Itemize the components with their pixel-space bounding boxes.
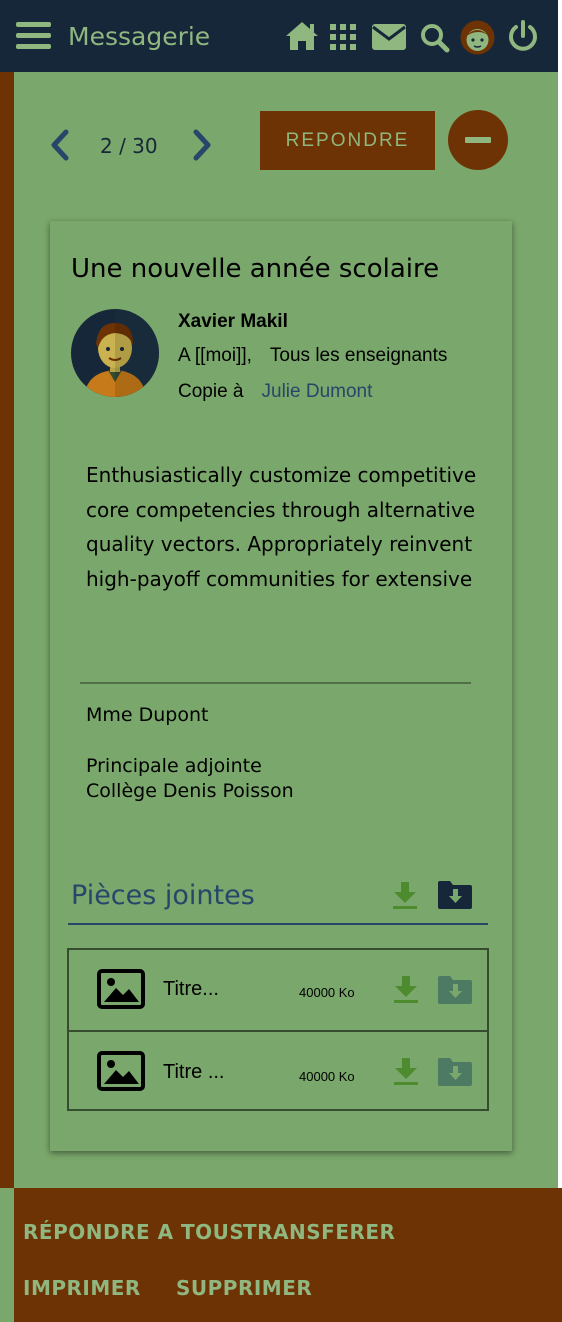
recipients-line: A [[moi]], Tous les enseignants bbox=[178, 345, 447, 367]
minus-icon bbox=[465, 137, 491, 143]
attachment-row[interactable]: Titre... 40000 Ko bbox=[69, 950, 487, 1030]
image-file-icon bbox=[97, 1051, 145, 1091]
to-group[interactable]: Tous les enseignants bbox=[270, 345, 447, 366]
home-icon[interactable] bbox=[284, 20, 320, 52]
save-to-folder-icon[interactable] bbox=[437, 1057, 473, 1087]
top-navbar: Messagerie bbox=[0, 0, 558, 72]
app-title: Messagerie bbox=[68, 22, 211, 51]
right-edge bbox=[558, 0, 562, 1322]
message-subject: Une nouvelle année scolaire bbox=[71, 254, 440, 284]
signature-divider bbox=[80, 682, 471, 684]
mail-icon[interactable] bbox=[372, 24, 406, 50]
cc-name-link[interactable]: Julie Dumont bbox=[262, 381, 373, 402]
attachments-list: Titre... 40000 Ko Titre ... 40000 Ko bbox=[67, 948, 489, 1111]
sender-avatar bbox=[71, 309, 159, 397]
download-icon[interactable] bbox=[392, 974, 420, 1004]
power-icon[interactable] bbox=[507, 20, 539, 54]
to-self: [[moi]], bbox=[194, 345, 252, 366]
download-all-icon[interactable] bbox=[391, 880, 419, 910]
to-prefix: A bbox=[178, 345, 190, 366]
attachments-underline bbox=[68, 923, 488, 925]
delete-button[interactable]: SUPPRIMER bbox=[176, 1276, 312, 1300]
print-button[interactable]: IMPRIMER bbox=[23, 1276, 141, 1300]
apps-grid-icon[interactable] bbox=[330, 24, 357, 51]
save-all-to-folder-icon[interactable] bbox=[437, 880, 473, 910]
sender-name: Xavier Makil bbox=[178, 311, 288, 332]
collapse-button[interactable] bbox=[448, 110, 508, 170]
signature-details: Principale adjointe Collège Denis Poisso… bbox=[86, 754, 294, 804]
menu-icon[interactable] bbox=[16, 22, 52, 50]
user-avatar-icon[interactable] bbox=[460, 20, 495, 55]
save-to-folder-icon[interactable] bbox=[437, 975, 473, 1005]
cc-line: Copie à Julie Dumont bbox=[178, 381, 372, 403]
reply-all-button[interactable]: RÉPONDRE A TOUS bbox=[23, 1220, 244, 1244]
attachments-title: Pièces jointes bbox=[71, 880, 255, 911]
search-icon[interactable] bbox=[420, 23, 450, 53]
download-icon[interactable] bbox=[392, 1056, 420, 1086]
reply-button[interactable]: REPONDRE bbox=[260, 111, 435, 170]
left-accent-strip bbox=[0, 72, 14, 1188]
image-file-icon bbox=[97, 969, 145, 1009]
page-counter: 2 / 30 bbox=[100, 134, 158, 158]
action-bar: RÉPONDRE A TOUS TRANSFERER IMPRIMER SUPP… bbox=[14, 1188, 562, 1322]
attachment-row[interactable]: Titre ... 40000 Ko bbox=[69, 1030, 487, 1110]
attachment-name[interactable]: Titre... bbox=[163, 978, 219, 1001]
attachment-name[interactable]: Titre ... bbox=[163, 1061, 224, 1084]
signature-role: Principale adjointe bbox=[86, 755, 262, 777]
signature-name: Mme Dupont bbox=[86, 704, 209, 726]
signature-org: Collège Denis Poisson bbox=[86, 780, 294, 802]
message-body: Enthusiastically customize competitive c… bbox=[86, 463, 477, 591]
attachment-size: 40000 Ko bbox=[299, 1069, 355, 1084]
forward-button[interactable]: TRANSFERER bbox=[243, 1220, 395, 1244]
attachment-size: 40000 Ko bbox=[299, 985, 355, 1000]
previous-arrow-icon[interactable] bbox=[48, 128, 72, 162]
next-arrow-icon[interactable] bbox=[190, 128, 214, 162]
cc-prefix: Copie à bbox=[178, 381, 244, 402]
